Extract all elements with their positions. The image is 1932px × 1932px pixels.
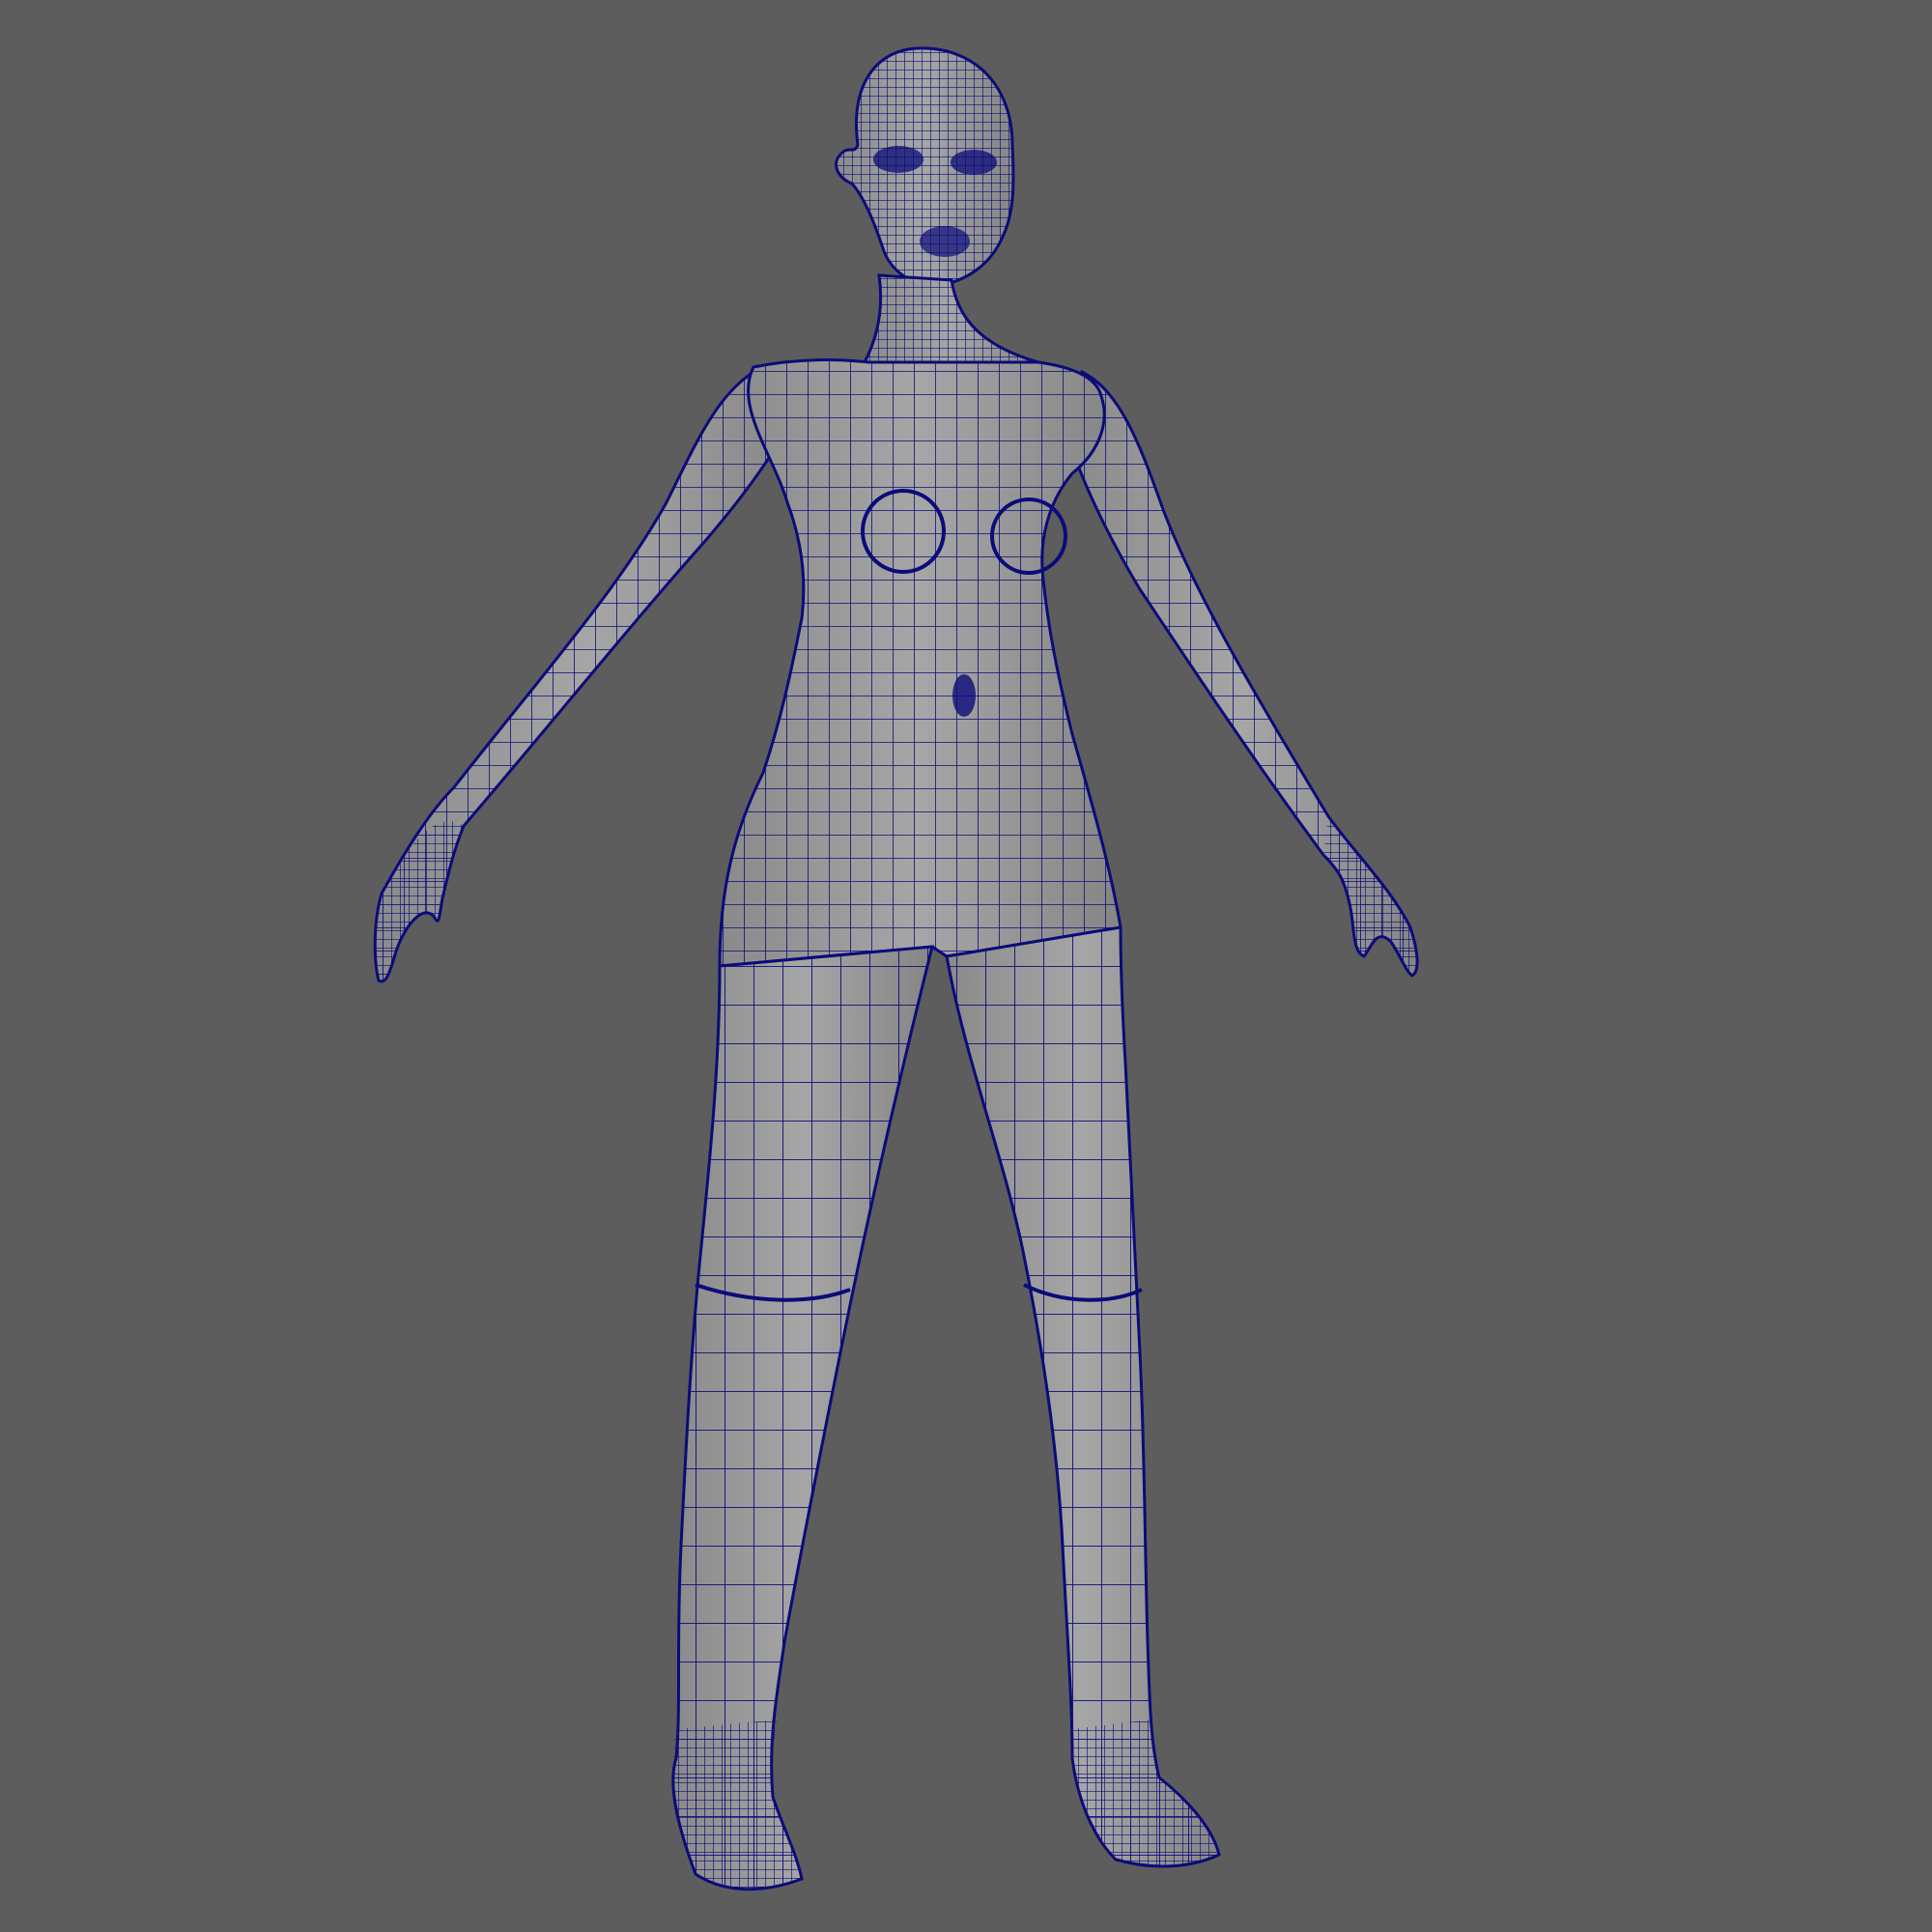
right-eye-region [951,150,997,175]
navel-pole [952,674,976,717]
mouth-region [920,226,970,257]
3d-viewport[interactable] [0,0,1932,1932]
viewport-canvas[interactable] [0,0,1932,1932]
left-eye-region [873,146,923,173]
